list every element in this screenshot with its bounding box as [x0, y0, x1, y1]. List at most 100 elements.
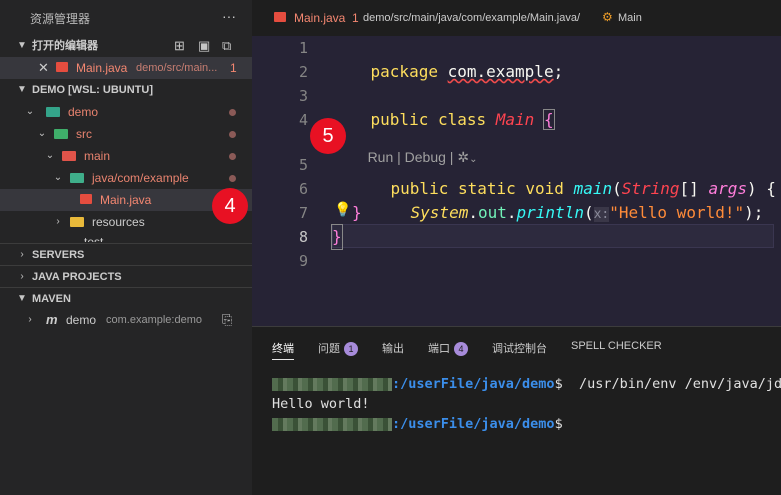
- line-number: 5: [298, 156, 308, 174]
- explorer-sidebar: 资源管理器 ··· ▼ 打开的编辑器 ⊞ ▣ ⧉ ✕ Main.java dem…: [0, 0, 252, 495]
- line-number: 3: [298, 87, 308, 105]
- chevron-down-icon: ⌄: [53, 172, 63, 183]
- chevron-down-icon: ⌄: [37, 128, 47, 139]
- workspace-header[interactable]: ▼ DEMO [WSL: UBUNTU]: [0, 79, 252, 101]
- token-class-name: Main: [495, 110, 535, 129]
- maven-project-name: demo: [66, 313, 97, 327]
- terminal-output: Hello world!: [272, 396, 370, 412]
- line-number: 6: [298, 180, 308, 198]
- explorer-title: 资源管理器: [30, 12, 91, 26]
- tab-label: 问题: [318, 343, 340, 355]
- servers-header[interactable]: › SERVERS: [0, 243, 252, 266]
- tab-output[interactable]: 输出: [382, 340, 404, 356]
- redacted-user-host: [272, 377, 392, 391]
- code-line-8: }: [331, 224, 343, 250]
- folder-src-icon: [54, 129, 68, 139]
- current-line-highlight: [332, 224, 774, 248]
- breadcrumb-symbol[interactable]: Main: [618, 12, 642, 24]
- tree-item-test[interactable]: test: [0, 233, 252, 242]
- java-projects-header[interactable]: › JAVA PROJECTS: [0, 265, 252, 288]
- tree-item-demo[interactable]: ⌄ demo: [0, 101, 252, 123]
- terminal-prompt: $: [554, 416, 563, 432]
- tree-item-src[interactable]: ⌄ src: [0, 123, 252, 145]
- redacted-user-host: [272, 417, 392, 431]
- tab-debug-console[interactable]: 调试控制台: [492, 340, 547, 356]
- token-string: "Hello world!": [609, 203, 745, 222]
- tree-label: java/com/example: [92, 171, 189, 185]
- tree-item-java-com-example[interactable]: ⌄ java/com/example: [0, 167, 252, 189]
- symbol-class-icon: ⚙: [602, 10, 613, 24]
- tree-label: Main.java: [100, 193, 152, 207]
- code-line-7: }: [352, 203, 362, 222]
- chevron-down-icon: ▼: [17, 84, 27, 95]
- tab-problems[interactable]: 问题 1: [318, 340, 358, 356]
- modified-dot: [229, 175, 236, 182]
- token-punct: .: [468, 203, 478, 222]
- maven-label: MAVEN: [32, 293, 71, 305]
- terminal-path: :/userFile/java/demo: [392, 416, 555, 432]
- terminal-line-3[interactable]: :/userFile/java/demo$: [272, 416, 563, 432]
- tree-label: test: [84, 235, 104, 242]
- tab-count-badge: 1: [344, 342, 358, 356]
- token-punct: );: [744, 203, 764, 222]
- tab-spell-checker[interactable]: SPELL CHECKER: [571, 340, 662, 352]
- line-number: 8: [298, 228, 308, 246]
- code-line-5: public static void main(String[] args) {: [352, 153, 776, 198]
- maven-project-item[interactable]: › m demo com.example:demo ⎘: [0, 309, 252, 331]
- token-class: System: [410, 203, 469, 222]
- tree-label: src: [76, 127, 92, 141]
- maven-artifact-id: com.example:demo: [106, 314, 202, 326]
- open-editors-label: 打开的编辑器: [32, 40, 98, 52]
- tree-label: demo: [68, 105, 99, 119]
- close-icon[interactable]: ✕: [38, 57, 49, 79]
- tab-ports[interactable]: 端口 4: [428, 340, 468, 356]
- terminal-line-1: :/userFile/java/demo$ /usr/bin/env /env/…: [272, 376, 781, 392]
- tree-label: main: [84, 149, 111, 163]
- code-editor[interactable]: Main.java 1 demo/src/main/java/com/examp…: [252, 0, 781, 326]
- close-all-icon[interactable]: ⧉: [222, 35, 231, 57]
- tab-terminal[interactable]: 终端: [272, 340, 294, 360]
- annotation-badge-5: 5: [310, 118, 346, 154]
- chevron-down-icon: ▼: [17, 40, 27, 51]
- chevron-right-icon: ›: [28, 314, 32, 325]
- servers-label: SERVERS: [32, 249, 85, 261]
- folder-icon: [46, 107, 60, 117]
- maven-icon: m: [46, 312, 58, 327]
- save-all-icon[interactable]: ▣: [198, 35, 210, 57]
- open-editor-filename: Main.java: [76, 61, 128, 75]
- folder-package-icon: [70, 173, 84, 183]
- modified-dot: [229, 153, 236, 160]
- terminal-command: /usr/bin/env /env/java/jd: [562, 376, 781, 392]
- open-editor-item-main-java[interactable]: ✕ Main.java demo/src/main... 1: [0, 57, 252, 79]
- token-punct: ;: [553, 62, 564, 81]
- chevron-down-icon: ⌄: [25, 106, 35, 117]
- breadcrumb[interactable]: demo/src/main/java/com/example/Main.java…: [363, 12, 580, 24]
- tree-item-main[interactable]: ⌄ main: [0, 145, 252, 167]
- open-pom-icon[interactable]: ⎘: [222, 309, 232, 331]
- maven-header[interactable]: ▼ MAVEN: [0, 287, 252, 310]
- token-keyword: package: [370, 62, 438, 81]
- editor-tab-filename[interactable]: Main.java: [294, 11, 345, 25]
- line-number: 2: [298, 63, 308, 81]
- open-editors-header[interactable]: ▼ 打开的编辑器 ⊞ ▣ ⧉: [0, 35, 252, 57]
- token-keyword: class: [437, 110, 487, 129]
- more-actions-button[interactable]: ···: [222, 8, 236, 24]
- token-function: println: [516, 203, 584, 222]
- java-projects-label: JAVA PROJECTS: [32, 271, 122, 283]
- java-file-icon: [80, 194, 92, 204]
- token-punct: .: [506, 203, 517, 222]
- terminal-prompt: $: [554, 376, 563, 392]
- chevron-right-icon: ›: [56, 216, 60, 227]
- tab-label: 端口: [428, 343, 450, 355]
- chevron-right-icon: ›: [20, 249, 24, 260]
- line-number: 4: [298, 111, 308, 129]
- new-untitled-file-icon[interactable]: ⊞: [174, 35, 185, 57]
- token-package: com.example: [447, 62, 554, 81]
- problem-count: 1: [230, 61, 237, 75]
- code-line-1: package com.example;: [332, 36, 564, 81]
- chevron-right-icon: ›: [20, 271, 24, 282]
- workspace-label: DEMO [WSL: UBUNTU]: [32, 84, 153, 96]
- line-number: 1: [298, 39, 308, 57]
- lightbulb-icon[interactable]: 💡: [334, 201, 351, 218]
- inlay-hint: x:: [593, 207, 610, 222]
